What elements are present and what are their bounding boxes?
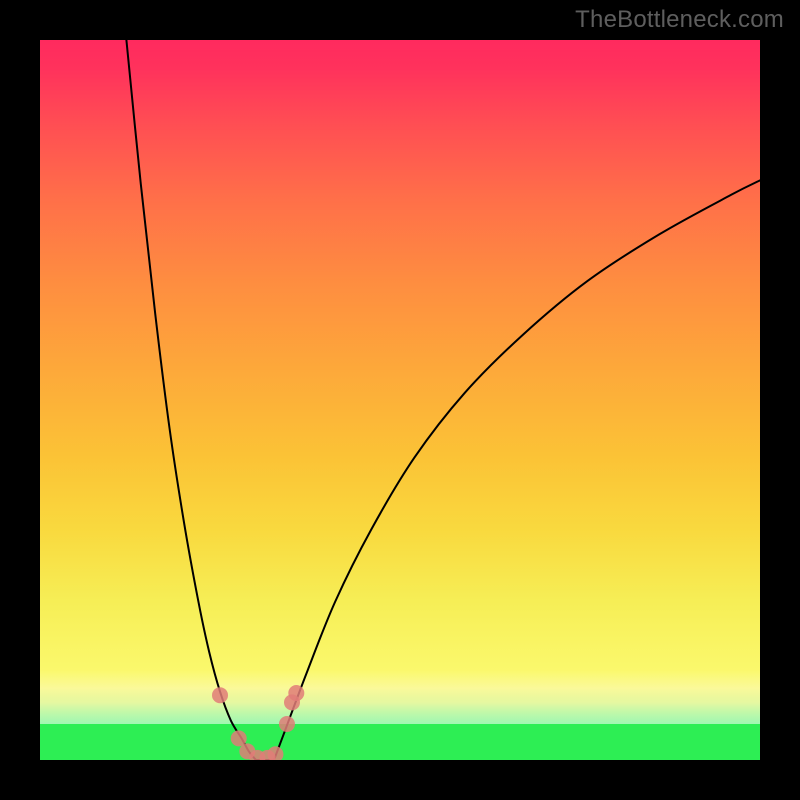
data-marker — [212, 687, 228, 703]
chart-frame: TheBottleneck.com — [0, 0, 800, 800]
curve-left-branch — [126, 40, 256, 760]
plot-area — [40, 40, 760, 760]
data-marker — [288, 685, 304, 701]
watermark-text: TheBottleneck.com — [575, 6, 784, 34]
bottleneck-curve — [40, 40, 760, 760]
data-marker — [267, 746, 283, 760]
data-marker — [279, 716, 295, 732]
curve-right-branch — [274, 180, 760, 760]
